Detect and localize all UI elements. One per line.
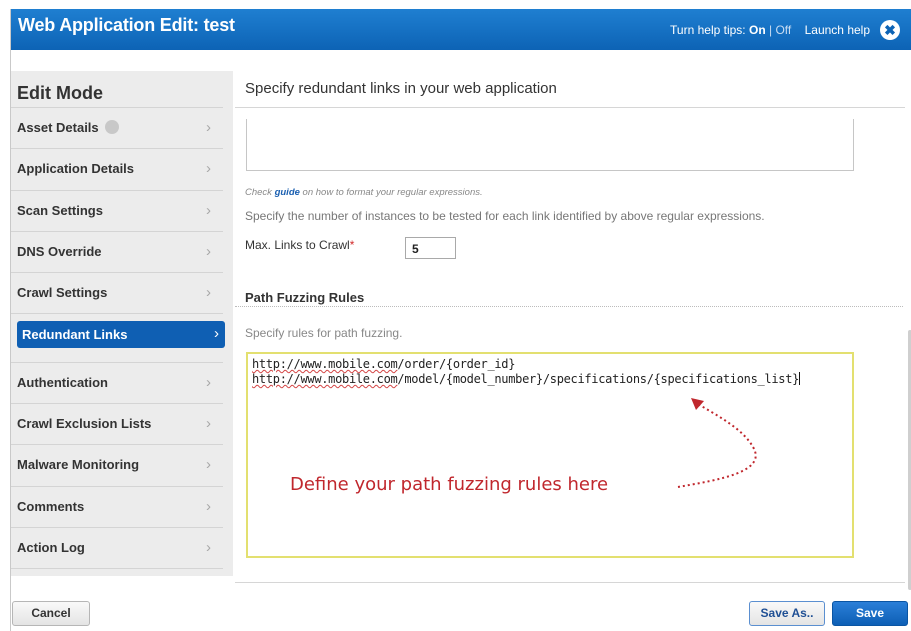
sidebar-item-label: Asset Details [17,120,99,135]
section-divider [235,306,903,307]
regex-hint: Check guide on how to format your regula… [245,187,483,198]
instances-description: Specify the number of instances to be te… [245,209,765,223]
sidebar-item-label: Authentication [17,374,108,390]
sidebar-item-label: Redundant Links [22,327,128,343]
chevron-right-icon: › [206,497,211,515]
chevron-right-icon: › [206,119,211,136]
chevron-right-icon: › [206,456,211,474]
sidebar-item-asset-details[interactable]: Asset Details › [11,108,223,150]
main-panel: Specify redundant links in your web appl… [235,50,911,590]
chevron-right-icon: › [206,160,211,178]
sidebar-nav: Asset Details › Application Details › Sc… [11,108,225,570]
main-footer-divider [235,582,905,583]
title-bar: Web Application Edit: test Turn help tip… [11,9,911,50]
chevron-right-icon: › [206,242,211,260]
help-tips-label: Turn help tips: [670,23,746,37]
sidebar-item-action-log[interactable]: Action Log › [11,528,223,570]
sidebar-heading: Edit Mode [17,83,103,103]
path-fuzzing-textarea[interactable]: http://www.mobile.com/order/{order_id} h… [246,352,854,558]
sidebar-heading-box: Edit Mode [11,71,223,108]
edit-mode-sidebar: Edit Mode Asset Details › Application De… [11,71,233,576]
sidebar-item-label: Scan Settings [17,202,103,218]
sidebar-item-label: Application Details [17,161,135,177]
cancel-button[interactable]: Cancel [12,601,90,626]
rule-path: /model/{model_number}/specifications/{sp… [397,372,800,386]
chevron-right-icon: › [206,415,211,433]
hint-text: Check [245,187,275,198]
scrollbar[interactable] [907,150,911,590]
sidebar-item-label: Crawl Exclusion Lists [17,416,152,432]
launch-help-link[interactable]: Launch help [805,23,870,37]
help-tips-bar: Turn help tips: On | Off Launch help [670,23,870,37]
sidebar-item-label: Crawl Settings [17,285,108,301]
help-tips-off-toggle[interactable]: Off [775,23,791,37]
chevron-right-icon: › [206,201,211,219]
page-title: Specify redundant links in your web appl… [245,80,557,97]
rule-host: http://www.mobile.com [252,372,398,386]
sidebar-item-comments[interactable]: Comments › [11,487,223,528]
text-cursor [799,372,801,385]
gear-icon [104,120,119,134]
chevron-right-icon: › [214,325,219,343]
fuzz-rule-line: http://www.mobile.com/model/{model_numbe… [252,372,801,386]
rule-path: /order/{order_id} [397,357,516,371]
main-header: Specify redundant links in your web appl… [235,50,905,108]
section-title: Path Fuzzing Rules [245,290,365,305]
save-button[interactable]: Save [832,601,908,626]
sidebar-item-dns-override[interactable]: DNS Override › [11,232,223,274]
redundant-links-textarea[interactable] [246,119,854,171]
save-as-button[interactable]: Save As.. [749,601,825,626]
sidebar-item-crawl-exclusion-lists[interactable]: Crawl Exclusion Lists › [11,404,223,446]
chevron-right-icon: › [206,538,211,556]
sidebar-item-label: Comments [17,498,85,514]
chevron-right-icon: › [206,284,211,302]
annotation-text: Define your path fuzzing rules here [290,474,609,495]
max-links-label-text: Max. Links to Crawl [245,238,350,252]
sidebar-item-wrapper: Redundant Links › [11,321,225,363]
window-title: Web Application Edit: test [18,15,235,35]
max-links-input[interactable]: 5 [405,237,456,259]
help-tips-separator: | [769,23,773,37]
hint-text: on how to format your regular expression… [299,187,483,198]
sidebar-item-redundant-links[interactable]: Redundant Links › [17,321,225,349]
close-icon[interactable]: ✖ [880,20,900,40]
section-description: Specify rules for path fuzzing. [245,326,403,340]
max-links-label: Max. Links to Crawl* [245,238,354,252]
rule-host: http://www.mobile.com [252,357,398,371]
required-marker: * [349,238,355,252]
sidebar-item-application-details[interactable]: Application Details › [11,149,223,191]
edit-window: Web Application Edit: test Turn help tip… [10,9,911,631]
guide-link[interactable]: guide [275,187,300,198]
sidebar-item-label: Action Log [17,539,85,555]
sidebar-item-authentication[interactable]: Authentication › [11,363,223,405]
chevron-right-icon: › [206,373,211,391]
help-tips-on-toggle[interactable]: On [749,23,766,37]
sidebar-item-scan-settings[interactable]: Scan Settings › [11,191,223,232]
sidebar-item-label: DNS Override [17,243,102,259]
sidebar-item-malware-monitoring[interactable]: Malware Monitoring › [11,445,223,487]
sidebar-item-label: Malware Monitoring [17,457,140,473]
sidebar-item-crawl-settings[interactable]: Crawl Settings › [11,273,223,315]
fuzz-rule-line: http://www.mobile.com/order/{order_id} [252,357,515,371]
